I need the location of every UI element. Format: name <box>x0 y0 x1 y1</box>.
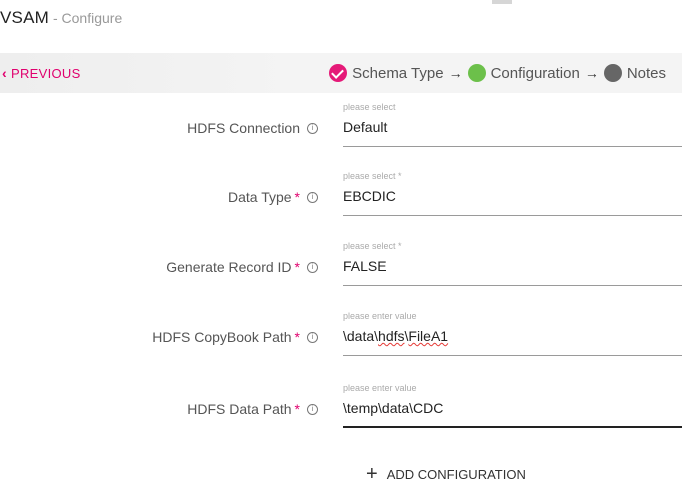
page-header: VSAM - Configure <box>0 8 122 38</box>
field-data-type: Data Type * i please select * EBCDIC <box>0 166 682 216</box>
add-configuration-label: ADD CONFIGURATION <box>386 466 526 482</box>
field-hdfs-copybook-path: HDFS CopyBook Path * i please enter valu… <box>0 306 682 356</box>
required-mark: * <box>294 329 300 345</box>
generate-record-id-select[interactable]: please select * FALSE <box>343 236 682 286</box>
step-label: Configuration <box>490 64 580 82</box>
info-icon[interactable]: i <box>307 331 318 343</box>
check-circle-icon <box>329 64 348 82</box>
required-mark: * <box>294 401 300 417</box>
info-icon[interactable]: i <box>307 261 318 273</box>
required-mark: * <box>294 259 300 275</box>
hdfs-connection-select[interactable]: please select Default <box>343 97 682 147</box>
arrow-right-icon: → <box>584 65 599 81</box>
arrow-right-icon: → <box>448 65 463 81</box>
field-generate-record-id: Generate Record ID * i please select * F… <box>0 236 682 286</box>
info-icon[interactable]: i <box>307 122 318 134</box>
chevron-left-icon: ‹ <box>2 65 7 81</box>
previous-button[interactable]: ‹ PREVIOUS <box>2 53 81 93</box>
add-configuration-button[interactable]: + ADD CONFIGURATION <box>366 464 526 484</box>
page-title: VSAM <box>0 8 49 27</box>
select-placeholder: please select <box>343 102 396 112</box>
field-hdfs-data-path: HDFS Data Path * i please enter value \t… <box>0 378 682 428</box>
input-placeholder: please enter value <box>343 311 417 321</box>
step-indicator: Schema Type → Configuration → Notes <box>329 53 666 93</box>
field-label: HDFS Data Path * i <box>187 401 318 417</box>
current-step-dot-icon <box>467 64 486 82</box>
required-mark: * <box>294 189 300 205</box>
pending-step-dot-icon <box>603 64 622 82</box>
info-icon[interactable]: i <box>307 403 318 415</box>
field-label: HDFS Connection i <box>187 120 318 136</box>
previous-label: PREVIOUS <box>10 65 81 81</box>
field-label: HDFS CopyBook Path * i <box>152 329 318 345</box>
input-value: \data\hdfs\FileA1 <box>343 328 449 344</box>
field-label: Generate Record ID * i <box>166 259 318 275</box>
data-type-select[interactable]: please select * EBCDIC <box>343 166 682 216</box>
select-placeholder: please select * <box>343 171 402 181</box>
step-label: Notes <box>626 64 666 82</box>
top-tab-indicator <box>492 0 512 4</box>
step-notes[interactable]: Notes <box>603 64 666 82</box>
hdfs-data-path-input[interactable]: please enter value \temp\data\CDC <box>343 378 682 428</box>
select-value: EBCDIC <box>343 188 396 204</box>
page-subtitle: - Configure <box>52 10 123 26</box>
wizard-step-bar: ‹ PREVIOUS Schema Type → Configuration →… <box>0 53 682 93</box>
step-configuration[interactable]: Configuration <box>467 64 580 82</box>
select-value: FALSE <box>343 258 387 274</box>
field-label: Data Type * i <box>228 189 318 205</box>
hdfs-copybook-path-input[interactable]: please enter value \data\hdfs\FileA1 <box>343 306 682 356</box>
input-value: \temp\data\CDC <box>343 400 444 416</box>
select-placeholder: please select * <box>343 241 402 251</box>
step-schema-type[interactable]: Schema Type <box>329 64 444 82</box>
plus-icon: + <box>366 463 378 485</box>
step-label: Schema Type <box>352 64 444 82</box>
select-value: Default <box>343 119 388 135</box>
field-hdfs-connection: HDFS Connection i please select Default <box>0 97 682 147</box>
info-icon[interactable]: i <box>307 191 318 203</box>
input-placeholder: please enter value <box>343 383 417 393</box>
